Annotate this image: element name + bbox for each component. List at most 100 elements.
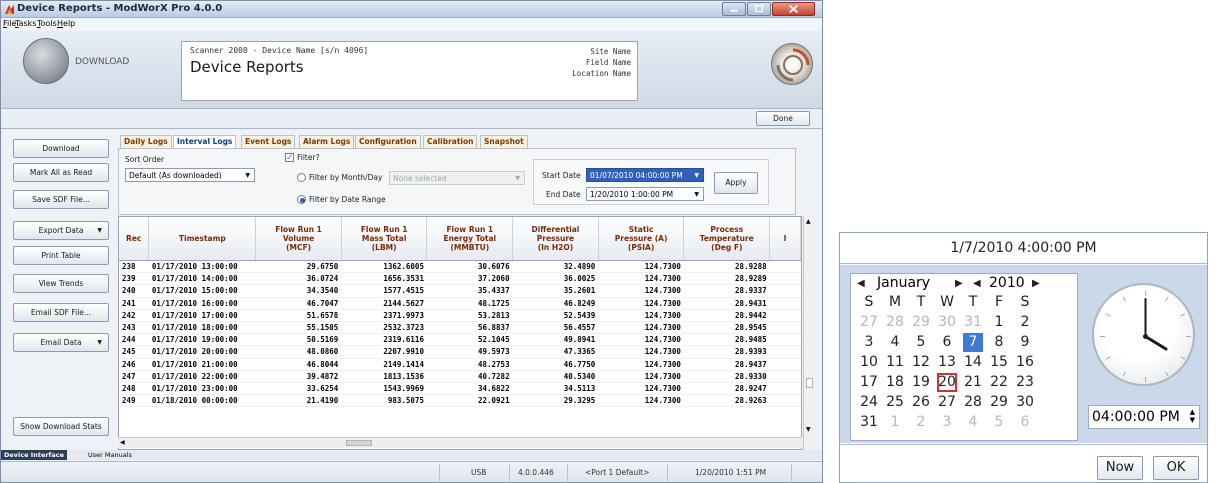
calendar-day[interactable]: 2 — [911, 413, 931, 432]
next-year-icon[interactable]: ▶ — [1032, 278, 1040, 289]
column-header[interactable]: Flow Run 1 Energy Total (MMBTU) — [426, 217, 514, 261]
table-row[interactable]: 238 01/17/2010 13:00:00 29.6750 1362.6005 30… — [119, 260, 801, 274]
calendar-day[interactable]: 11 — [885, 353, 905, 372]
calendar-day[interactable]: 29 — [989, 393, 1009, 412]
end-date-picker[interactable]: 1/20/2010 1:00:00 PM ▼ — [586, 187, 704, 201]
scroll-thumb[interactable] — [806, 378, 813, 388]
table-row[interactable]: 249 01/18/2010 00:00:00 21.4190 983.5075 22.… — [119, 394, 801, 408]
calendar-day[interactable]: 25 — [885, 393, 905, 412]
tab-daily-logs[interactable]: Daily Logs — [120, 135, 172, 148]
column-header[interactable]: Flow Run 1 Mass Total (LBM) — [341, 217, 428, 261]
download-label[interactable]: DOWNLOAD — [75, 57, 129, 67]
table-row[interactable]: 240 01/17/2010 15:00:00 34.3540 1577.4515 35… — [119, 284, 801, 298]
month-day-select[interactable]: None selected ▼ — [389, 171, 525, 185]
ok-button[interactable]: OK — [1153, 456, 1199, 480]
calendar-day[interactable]: 5 — [911, 333, 931, 352]
tab-alarm-logs[interactable]: Alarm Logs — [299, 135, 355, 148]
filter-checkbox[interactable]: ✓ — [285, 153, 294, 162]
calendar-day[interactable]: 30 — [937, 313, 957, 332]
calendar-day[interactable]: 8 — [989, 333, 1009, 352]
table-row[interactable]: 247 01/17/2010 22:00:00 39.4872 1813.1536 40… — [119, 370, 801, 383]
column-header-next[interactable]: I — [769, 217, 801, 261]
download-orb-icon[interactable] — [23, 38, 69, 84]
column-header[interactable]: Timestamp — [148, 217, 257, 261]
calendar-day[interactable]: 21 — [963, 373, 983, 392]
time-input[interactable]: 04:00:00 PM ▲ ▼ — [1088, 405, 1200, 429]
column-header[interactable]: Flow Run 1 Volume (MCF) — [255, 217, 342, 261]
calendar-day[interactable]: 24 — [859, 393, 879, 412]
calendar-day[interactable]: 18 — [885, 373, 905, 392]
prev-year-icon[interactable]: ◀ — [973, 278, 981, 289]
column-header[interactable]: Rec — [119, 217, 150, 261]
download-button[interactable]: Download — [13, 139, 109, 158]
calendar-day[interactable]: 20 — [937, 373, 957, 392]
calendar-day[interactable]: 2 — [1015, 313, 1035, 332]
filter-month-day-radio[interactable] — [297, 173, 306, 182]
calendar-day[interactable]: 12 — [911, 353, 931, 372]
calendar-day[interactable]: 31 — [859, 413, 879, 432]
table-row[interactable]: 246 01/17/2010 21:00:00 46.8044 2149.1414 48… — [119, 358, 801, 371]
calendar-day[interactable]: 30 — [1015, 393, 1035, 412]
view-trends-button[interactable]: View Trends — [13, 274, 109, 293]
horizontal-scrollbar[interactable]: ◀ — [118, 437, 802, 448]
calendar-day[interactable]: 31 — [963, 313, 983, 332]
close-button[interactable] — [772, 2, 815, 16]
apply-button[interactable]: Apply — [714, 172, 758, 194]
calendar-day[interactable]: 17 — [859, 373, 879, 392]
tab-interval-logs[interactable]: Interval Logs — [173, 135, 237, 148]
menu-help[interactable]: Help — [57, 19, 75, 28]
print-table-button[interactable]: Print Table — [13, 246, 109, 265]
tab-snapshot[interactable]: Snapshot — [480, 135, 528, 148]
calendar-day[interactable]: 1 — [885, 413, 905, 432]
calendar-day[interactable]: 16 — [1015, 353, 1035, 372]
calendar-day[interactable]: 1 — [989, 313, 1009, 332]
table-row[interactable]: 245 01/17/2010 20:00:00 48.0860 2207.9910 49… — [119, 345, 801, 359]
tab-configuration[interactable]: Configuration — [355, 135, 421, 148]
calendar-day[interactable]: 5 — [989, 413, 1009, 432]
calendar-day[interactable]: 13 — [937, 353, 957, 372]
calendar-day[interactable]: 27 — [937, 393, 957, 412]
tab-device-interface[interactable]: Device Interface — [1, 450, 68, 460]
scroll-up-icon[interactable]: ▲ — [806, 218, 811, 225]
calendar-day[interactable]: 29 — [911, 313, 931, 332]
calendar-day[interactable]: 7 — [963, 333, 983, 352]
year-label[interactable]: 2010 — [989, 275, 1025, 291]
next-month-icon[interactable]: ▶ — [955, 278, 963, 289]
now-button[interactable]: Now — [1097, 456, 1143, 480]
mark-all-as-read-button[interactable]: Mark All as Read — [13, 163, 109, 182]
table-row[interactable]: 243 01/17/2010 18:00:00 55.1505 2532.3723 56… — [119, 321, 801, 335]
calendar-day[interactable]: 3 — [937, 413, 957, 432]
calendar-day[interactable]: 19 — [911, 373, 931, 392]
title-bar[interactable]: Device Reports - ModWorX Pro 4.0.0 — [1, 1, 822, 18]
calendar-day[interactable]: 26 — [911, 393, 931, 412]
column-header[interactable]: Static Pressure (A) (PSIA) — [598, 217, 685, 261]
maximize-button[interactable] — [747, 2, 771, 16]
scroll-thumb-horizontal[interactable] — [346, 440, 372, 446]
save-sdf-file-button[interactable]: Save SDF File... — [13, 190, 109, 209]
column-header[interactable]: Differential Pressure (In H2O) — [512, 217, 599, 261]
tab-calibration[interactable]: Calibration — [423, 135, 478, 148]
tab-user-manuals[interactable]: User Manuals — [85, 450, 135, 460]
table-row[interactable]: 244 01/17/2010 19:00:00 50.5169 2319.6116 52… — [119, 333, 801, 347]
calendar-day[interactable]: 4 — [885, 333, 905, 352]
minimize-button[interactable] — [722, 2, 746, 16]
export-data-button[interactable]: Export Data ▼ — [13, 221, 109, 240]
calendar-day[interactable]: 3 — [859, 333, 879, 352]
calendar-day[interactable]: 14 — [963, 353, 983, 372]
scroll-down-icon[interactable]: ▼ — [806, 426, 811, 433]
column-header[interactable]: Process Temperature (Deg F) — [683, 217, 771, 261]
month-label[interactable]: January — [877, 275, 930, 291]
email-data-button[interactable]: Email Data ▼ — [13, 333, 109, 352]
email-sdf-file-button[interactable]: Email SDF File... — [13, 303, 109, 322]
calendar-day[interactable]: 27 — [859, 313, 879, 332]
table-row[interactable]: 239 01/17/2010 14:00:00 36.0724 1656.3531 37… — [119, 272, 801, 286]
calendar-day[interactable]: 22 — [989, 373, 1009, 392]
calendar-day[interactable]: 15 — [989, 353, 1009, 372]
calendar-day[interactable]: 6 — [937, 333, 957, 352]
calendar-day[interactable]: 6 — [1015, 413, 1035, 432]
sort-order-select[interactable]: Default (As downloaded) ▼ — [125, 168, 255, 182]
calendar-day[interactable]: 10 — [859, 353, 879, 372]
scroll-left-icon[interactable]: ◀ — [120, 439, 125, 446]
done-button[interactable]: Done — [756, 111, 810, 126]
calendar-day[interactable]: 28 — [885, 313, 905, 332]
